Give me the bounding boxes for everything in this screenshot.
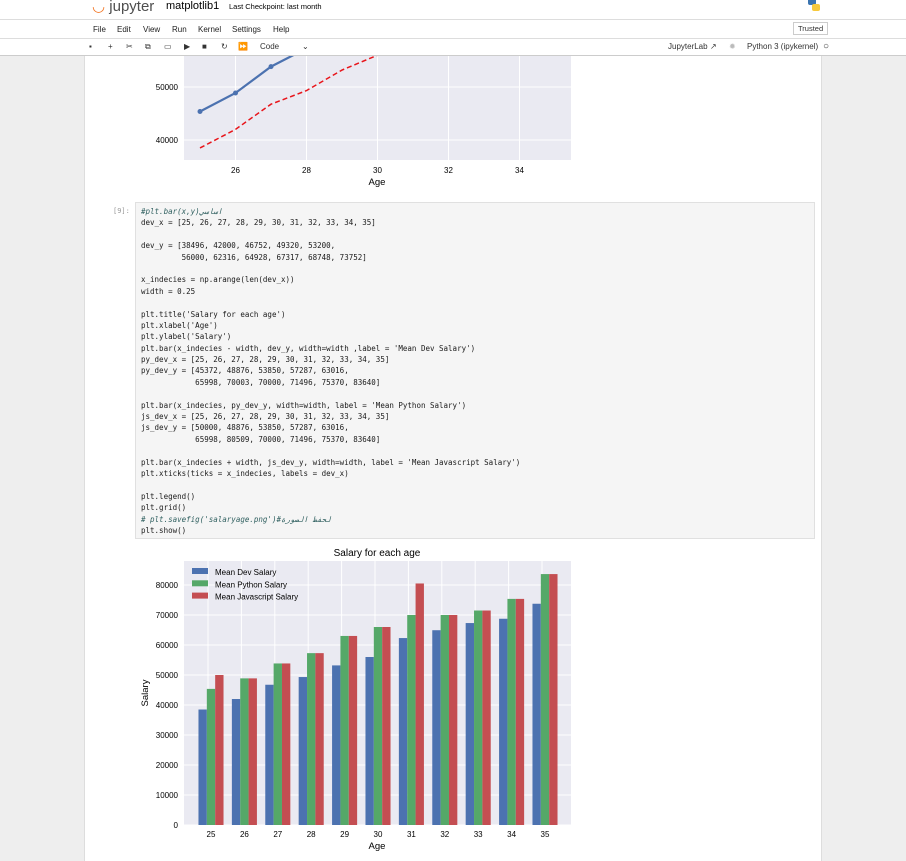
bar-mean-dev-salary [432, 630, 441, 825]
legend-label: Mean Dev Salary [215, 568, 276, 577]
bar-mean-dev-salary [465, 623, 475, 825]
bar-mean-python-salary [407, 614, 416, 825]
y-tick-label: 10000 [156, 791, 179, 800]
y-tick-label: 40000 [156, 701, 179, 710]
x-tick-label: 32 [440, 830, 449, 839]
x-tick-label: 29 [340, 830, 349, 839]
y-tick-label: 20000 [156, 761, 179, 770]
y-tick-label: 30000 [156, 731, 179, 740]
bar-mean-dev-salary [532, 603, 541, 825]
x-tick-label: 25 [207, 830, 216, 839]
bar-mean-python-salary [474, 610, 483, 825]
bar-mean-dev-salary [231, 699, 241, 825]
legend-swatch [192, 568, 208, 574]
y-tick-label: 80000 [156, 581, 179, 590]
bar-mean-python-salary [240, 678, 249, 825]
y-tick-label: 60000 [156, 641, 179, 650]
bar-mean-javascript-salary [281, 663, 291, 825]
bar-mean-dev-salary [332, 665, 341, 825]
bar-mean-python-salary [373, 627, 383, 825]
bar-mean-python-salary [206, 688, 216, 825]
y-tick-label: 50000 [156, 671, 179, 680]
y-tick-label: 70000 [156, 611, 179, 620]
x-tick-label: 28 [302, 166, 311, 175]
bar-mean-javascript-salary [215, 675, 224, 825]
x-tick-label: 26 [231, 166, 240, 175]
bar-mean-python-salary [307, 653, 316, 825]
x-tick-label: 30 [374, 830, 383, 839]
bar-mean-javascript-salary [482, 610, 491, 825]
bar-mean-javascript-salary [315, 653, 324, 825]
x-tick-label: 31 [407, 830, 416, 839]
bar-mean-python-salary [540, 574, 550, 825]
x-tick-label: 34 [515, 166, 524, 175]
data-point [197, 109, 203, 115]
bar-mean-javascript-salary [415, 583, 424, 825]
bar-mean-dev-salary [265, 684, 274, 825]
bar-mean-python-salary [507, 598, 516, 825]
bar-mean-javascript-salary [448, 615, 458, 825]
x-tick-label: 33 [474, 830, 483, 839]
legend-label: Mean Javascript Salary [215, 593, 298, 602]
bar-mean-python-salary [340, 635, 349, 825]
x-tick-label: 26 [240, 830, 249, 839]
legend-swatch [192, 592, 208, 599]
y-tick-label: 50000 [156, 83, 179, 92]
y-tick-label: 0 [174, 821, 179, 830]
x-tick-label: 32 [444, 166, 453, 175]
data-point [268, 64, 274, 70]
bar-mean-dev-salary [398, 638, 408, 825]
bar-mean-python-salary [273, 663, 282, 825]
y-axis-label: Salary [140, 679, 151, 706]
x-tick-label: 28 [307, 830, 316, 839]
bar-mean-dev-salary [198, 709, 207, 825]
output-charts: 40000 50000 26 28 30 32 34 Age 0 10000 20000 30000 4… [140, 56, 571, 852]
chart-title: Salary for each age [334, 548, 421, 559]
bar-mean-dev-salary [499, 618, 508, 825]
x-tick-label: 27 [273, 830, 282, 839]
bar-mean-javascript-salary [248, 678, 257, 825]
bar-mean-dev-salary [298, 677, 308, 825]
bar-mean-javascript-salary [515, 598, 525, 825]
bar-mean-javascript-salary [348, 635, 358, 825]
bar-mean-javascript-salary [549, 574, 558, 825]
bar-mean-python-salary [440, 615, 449, 825]
x-tick-label: 35 [541, 830, 550, 839]
legend-swatch [192, 580, 208, 587]
bar-mean-dev-salary [365, 657, 374, 825]
y-tick-label: 40000 [156, 136, 179, 145]
x-tick-label: 34 [507, 830, 516, 839]
legend-label: Mean Python Salary [215, 580, 287, 589]
x-tick-label: 30 [373, 166, 382, 175]
data-point [233, 90, 238, 96]
bar-mean-javascript-salary [382, 627, 391, 825]
x-axis-label: Age [369, 177, 386, 188]
x-axis-label: Age [369, 841, 386, 852]
